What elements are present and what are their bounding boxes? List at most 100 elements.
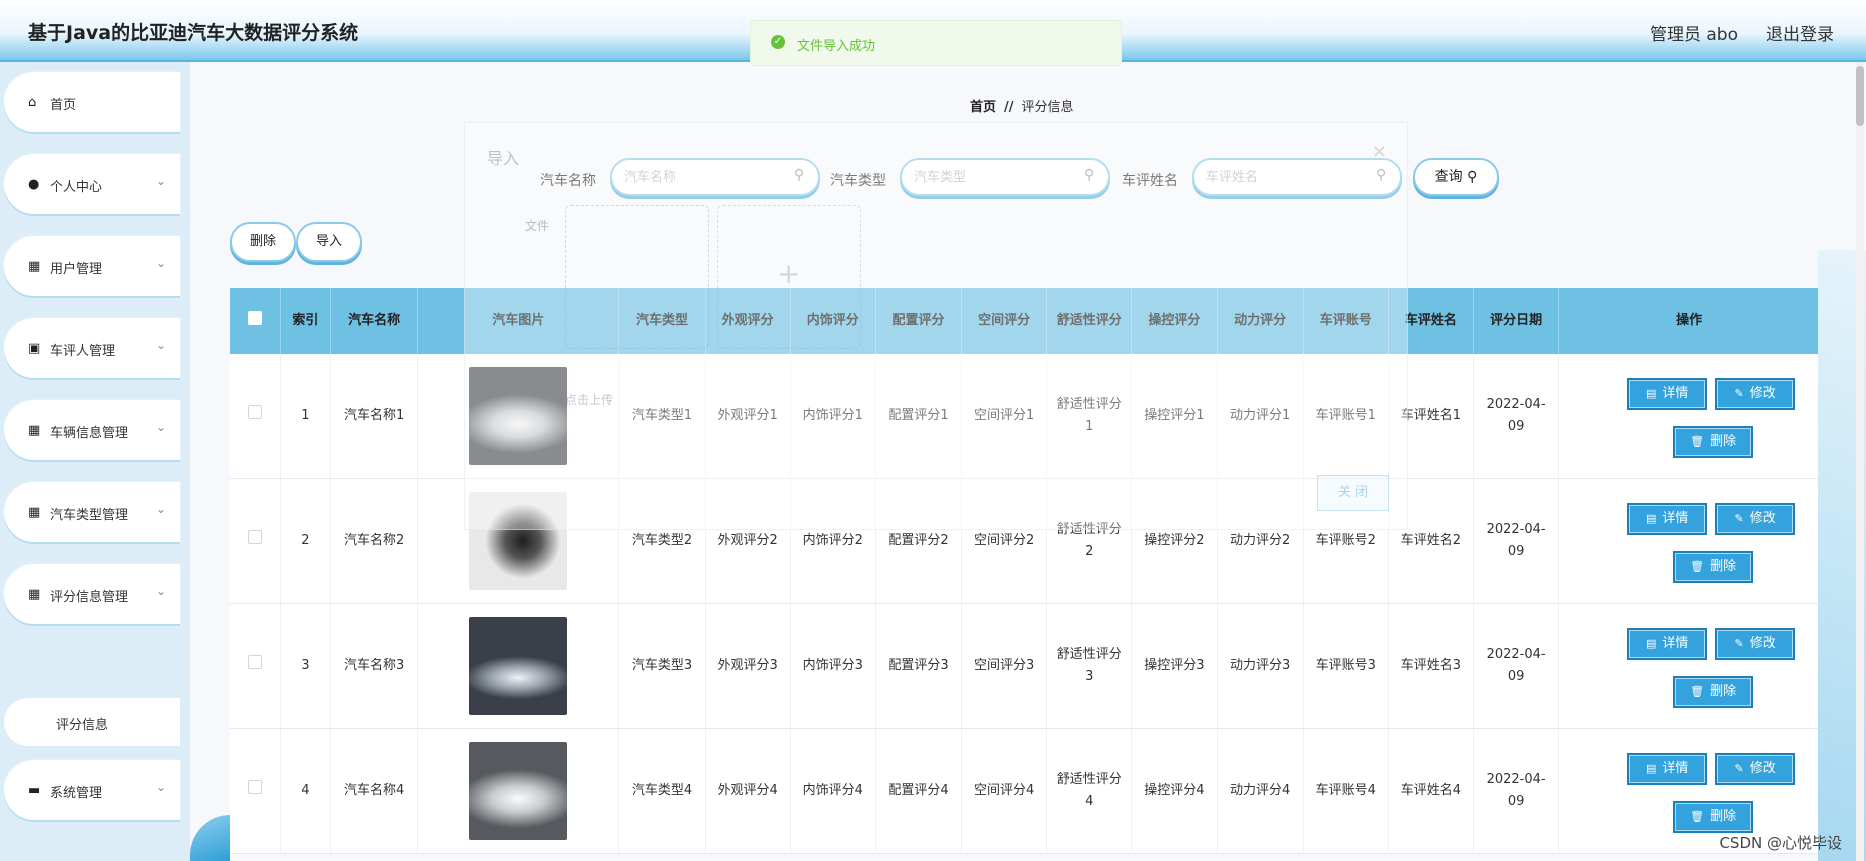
cell-car-image xyxy=(417,728,620,854)
cell-date: 2022-04-09 xyxy=(1473,478,1560,604)
sidebar-item-label: 系统管理 xyxy=(50,786,103,801)
delete-button[interactable]: 🗑 删除 xyxy=(1673,676,1754,708)
cell-interior: 内饰评分3 xyxy=(790,603,876,729)
cell-operations: ▤ 详情 ✎ 修改 🗑 删除 xyxy=(1558,478,1820,604)
grid-icon: ▦ xyxy=(28,259,41,274)
sidebar-item-ratings[interactable]: ▦ 评分信息管理 ⌄ xyxy=(4,564,180,624)
cell-exterior: 外观评分3 xyxy=(705,603,791,729)
edit-button[interactable]: ✎ 修改 xyxy=(1715,503,1796,535)
dialog-title: 导入 xyxy=(487,149,520,168)
cell-account: 车评账号3 xyxy=(1303,603,1389,729)
cell-space: 空间评分4 xyxy=(961,728,1048,854)
import-button[interactable]: 导入 xyxy=(296,222,362,262)
cell-date: 2022-04-09 xyxy=(1473,603,1560,729)
bulk-delete-button[interactable]: 删除 xyxy=(230,222,296,262)
breadcrumb-home[interactable]: 首页 xyxy=(970,100,996,115)
sidebar-item-profile[interactable]: ● 个人中心 ⌄ xyxy=(4,154,180,214)
col-operations: 操作 xyxy=(1558,288,1820,354)
pencil-icon: ✎ xyxy=(1734,387,1744,400)
row-checkbox[interactable] xyxy=(230,354,281,479)
cell-handling: 操控评分4 xyxy=(1131,728,1218,854)
delete-label: 删除 xyxy=(1710,684,1737,699)
row-checkbox[interactable] xyxy=(230,603,281,729)
delete-button[interactable]: 🗑 删除 xyxy=(1673,801,1754,833)
detail-label: 详情 xyxy=(1662,511,1689,526)
edit-button[interactable]: ✎ 修改 xyxy=(1715,753,1796,785)
scrollbar[interactable] xyxy=(1856,62,1864,861)
sidebar-item-users[interactable]: ▦ 用户管理 ⌄ xyxy=(4,236,180,296)
cell-reviewer: 车评姓名4 xyxy=(1388,728,1475,854)
row-checkbox[interactable] xyxy=(230,728,281,854)
cell-comfort: 舒适性评分3 xyxy=(1046,603,1133,729)
logout-link[interactable]: 退出登录 xyxy=(1766,20,1834,45)
search-icon: ⚲ xyxy=(1467,169,1478,185)
sidebar-item-home[interactable]: ⌂ 首页 xyxy=(4,72,180,132)
breadcrumb-current: 评分信息 xyxy=(1021,100,1074,115)
grid-icon: ▦ xyxy=(28,505,41,520)
cell-car-image xyxy=(417,603,620,729)
query-button-label: 查询 xyxy=(1434,169,1463,185)
cell-index: 4 xyxy=(280,728,332,854)
scrollbar-thumb[interactable] xyxy=(1856,66,1864,126)
delete-button[interactable]: 🗑 删除 xyxy=(1673,551,1754,583)
cell-power: 动力评分4 xyxy=(1217,728,1304,854)
detail-button[interactable]: ▤ 详情 xyxy=(1627,378,1708,410)
cell-index: 2 xyxy=(280,478,332,604)
dialog-close-button[interactable]: 关 闭 xyxy=(1317,475,1389,511)
col-car-name: 汽车名称 xyxy=(330,288,419,354)
cell-comfort: 舒适性评分4 xyxy=(1046,728,1133,854)
car-image[interactable] xyxy=(469,742,568,840)
edit-button[interactable]: ✎ 修改 xyxy=(1715,378,1796,410)
cell-car-type: 汽车类型4 xyxy=(618,728,706,854)
uploaded-file-preview xyxy=(565,205,709,349)
cell-date: 2022-04-09 xyxy=(1473,354,1560,479)
close-icon[interactable]: × xyxy=(1372,141,1387,162)
home-icon: ⌂ xyxy=(28,95,37,110)
delete-button[interactable]: 🗑 删除 xyxy=(1673,426,1754,458)
toast-message: 文件导入成功 xyxy=(797,39,876,54)
trash-icon: 🗑 xyxy=(1690,810,1705,823)
detail-label: 详情 xyxy=(1662,386,1689,401)
select-all-checkbox[interactable] xyxy=(230,288,281,354)
sidebar-item-vehicles[interactable]: ▦ 车辆信息管理 ⌄ xyxy=(4,400,180,460)
trash-icon: 🗑 xyxy=(1690,560,1705,573)
query-button[interactable]: 查询 ⚲ xyxy=(1413,158,1499,196)
sidebar-item-reviewers[interactable]: ▣ 车评人管理 ⌄ xyxy=(4,318,180,378)
delete-label: 删除 xyxy=(1710,809,1737,824)
sidebar-item-label: 首页 xyxy=(50,98,77,113)
sidebar-item-label: 车辆信息管理 xyxy=(50,426,129,441)
sidebar-item-label: 评分信息管理 xyxy=(50,590,129,605)
edit-button[interactable]: ✎ 修改 xyxy=(1715,628,1796,660)
briefcase-icon: ▬ xyxy=(28,783,41,798)
document-icon: ▤ xyxy=(1645,762,1657,775)
check-circle-icon: ✓ xyxy=(771,35,785,49)
sidebar-item-car-types[interactable]: ▦ 汽车类型管理 ⌄ xyxy=(4,482,180,542)
detail-label: 详情 xyxy=(1662,761,1689,776)
edit-label: 修改 xyxy=(1749,636,1776,651)
cell-config: 配置评分4 xyxy=(875,728,963,854)
col-index: 索引 xyxy=(280,288,332,354)
plus-icon: + xyxy=(777,257,801,290)
cell-exterior: 外观评分4 xyxy=(705,728,791,854)
row-checkbox[interactable] xyxy=(230,478,281,604)
detail-button[interactable]: ▤ 详情 xyxy=(1627,503,1708,535)
grid-icon: ▦ xyxy=(28,587,41,602)
detail-button[interactable]: ▤ 详情 xyxy=(1627,628,1708,660)
car-image[interactable] xyxy=(469,617,568,715)
document-icon: ▤ xyxy=(1645,637,1657,650)
sidebar-subitem-rating-info[interactable]: 评分信息 xyxy=(4,698,180,746)
success-toast: ✓ 文件导入成功 xyxy=(750,20,1122,66)
pencil-icon: ✎ xyxy=(1734,512,1744,525)
cell-handling: 操控评分3 xyxy=(1131,603,1218,729)
cell-config: 配置评分3 xyxy=(875,603,963,729)
sidebar: ⌂ 首页 ● 个人中心 ⌄ ▦ 用户管理 ⌄ ▣ 车评人管理 ⌄ ▦ 车辆信息管… xyxy=(0,62,190,861)
current-user: 管理员 abo xyxy=(1649,25,1738,45)
chevron-down-icon: ⌄ xyxy=(155,256,166,270)
detail-button[interactable]: ▤ 详情 xyxy=(1627,753,1708,785)
cell-car-type: 汽车类型3 xyxy=(618,603,706,729)
cell-interior: 内饰评分4 xyxy=(790,728,876,854)
watermark: CSDN @心悦毕设 xyxy=(1719,834,1842,852)
user-icon: ● xyxy=(28,177,40,192)
sidebar-item-system[interactable]: ▬ 系统管理 ⌄ xyxy=(4,760,180,820)
sidebar-item-label: 用户管理 xyxy=(50,262,103,277)
